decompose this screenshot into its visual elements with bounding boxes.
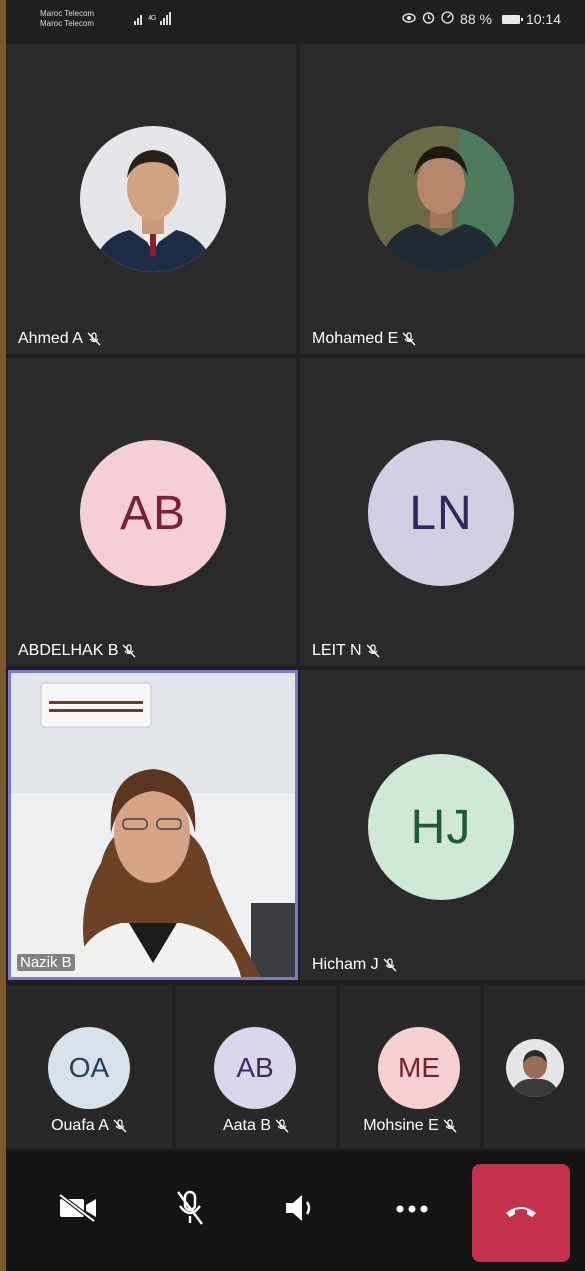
participant-name: Nazik B bbox=[17, 954, 75, 971]
participant-tile-abdelhak[interactable]: AB ABDELHAK B bbox=[6, 358, 296, 666]
participant-name: Mohamed E bbox=[312, 330, 416, 348]
avatar-initials-text: OA bbox=[68, 1052, 110, 1083]
mic-off-icon bbox=[443, 1119, 457, 1133]
avatar-initials-text: ME bbox=[398, 1052, 440, 1083]
participant-name: Aata B bbox=[176, 1117, 336, 1135]
participant-tile-hicham[interactable]: HJ Hicham J bbox=[300, 670, 585, 980]
participant-name: Mohsine E bbox=[340, 1117, 480, 1135]
battery-icon bbox=[501, 14, 523, 24]
mic-off-icon bbox=[402, 332, 416, 346]
avatar-photo bbox=[368, 126, 514, 272]
avatar-initials-text: AB bbox=[236, 1052, 274, 1083]
hang-up-button[interactable] bbox=[472, 1164, 570, 1262]
clock: 10:14 bbox=[525, 11, 561, 27]
avatar-initials-text: AB bbox=[119, 486, 187, 540]
participant-name: ABDELHAK B bbox=[18, 642, 136, 660]
carrier-label-2: Maroc Telecom bbox=[40, 19, 95, 28]
participant-tile-ahmed[interactable]: Ahmed A bbox=[6, 44, 296, 354]
mic-off-icon bbox=[122, 644, 136, 658]
camera-toggle-button[interactable] bbox=[46, 1174, 110, 1246]
mic-off-icon bbox=[87, 332, 101, 346]
battery-percent: 88 % bbox=[460, 11, 492, 27]
avatar-photo bbox=[80, 126, 226, 272]
participant-video-nazik[interactable]: Nazik B bbox=[8, 670, 298, 980]
video-feed bbox=[11, 673, 295, 977]
avatar-initials-text: LN bbox=[409, 486, 473, 540]
mic-off-icon bbox=[366, 644, 380, 658]
avatar-initials-text: HJ bbox=[410, 800, 472, 854]
strip-participant-overflow[interactable] bbox=[484, 985, 585, 1148]
participant-name: Ahmed A bbox=[18, 330, 101, 348]
status-right: 88 % 10:14 bbox=[402, 11, 561, 27]
signal-icon: 4G bbox=[134, 12, 194, 29]
eye-icon bbox=[402, 11, 416, 27]
status-bar: Maroc Telecom Maroc Telecom 4G 88 % 10:1… bbox=[6, 0, 585, 42]
avatar-initials: AB bbox=[80, 440, 226, 586]
carrier-label-1: Maroc Telecom bbox=[40, 9, 95, 18]
avatar-initials: OA bbox=[48, 1027, 130, 1109]
strip-participant-aata[interactable]: AB Aata B bbox=[176, 985, 336, 1148]
hang-up-icon bbox=[504, 1203, 538, 1224]
strip-participant-mohsine[interactable]: ME Mohsine E bbox=[340, 985, 480, 1148]
speedometer-icon bbox=[441, 11, 454, 27]
mute-button[interactable] bbox=[158, 1174, 222, 1246]
participant-tile-leit[interactable]: LN LEIT N bbox=[300, 358, 585, 666]
participant-tile-mohamed[interactable]: Mohamed E bbox=[300, 44, 585, 354]
participant-name: Ouafa A bbox=[6, 1117, 172, 1135]
mic-off-icon bbox=[383, 958, 397, 972]
mic-off-icon bbox=[174, 1190, 206, 1231]
speaker-icon bbox=[284, 1193, 320, 1228]
avatar-initials: HJ bbox=[368, 754, 514, 900]
mic-off-icon bbox=[113, 1119, 127, 1133]
svg-text:4G: 4G bbox=[148, 15, 156, 22]
more-options-button[interactable] bbox=[380, 1174, 444, 1246]
camera-off-icon bbox=[58, 1192, 98, 1228]
participant-name: LEIT N bbox=[312, 642, 380, 660]
strip-participant-ouafa[interactable]: OA Ouafa A bbox=[6, 985, 172, 1148]
mic-off-icon bbox=[275, 1119, 289, 1133]
call-controls bbox=[6, 1150, 585, 1271]
teams-call-screen: Maroc Telecom Maroc Telecom 4G 88 % 10:1… bbox=[6, 0, 585, 1271]
avatar-initials: ME bbox=[378, 1027, 460, 1109]
speaker-button[interactable] bbox=[270, 1174, 334, 1246]
alarm-icon bbox=[422, 11, 435, 27]
more-icon bbox=[394, 1201, 430, 1219]
avatar-photo bbox=[506, 1039, 564, 1097]
avatar-initials: AB bbox=[214, 1027, 296, 1109]
avatar-initials: LN bbox=[368, 440, 514, 586]
participant-name: Hicham J bbox=[312, 956, 397, 974]
